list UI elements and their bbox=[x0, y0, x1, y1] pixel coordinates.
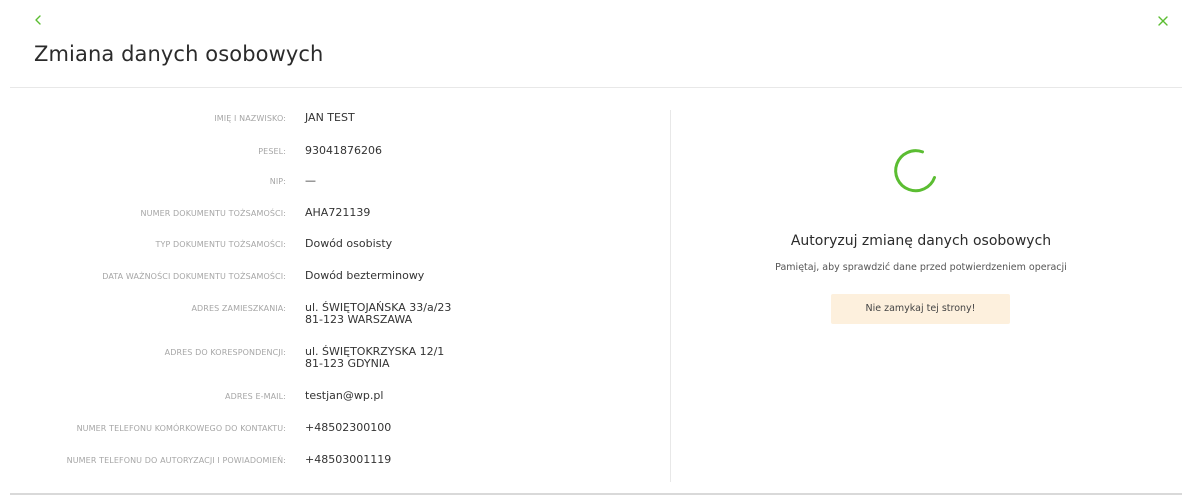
authorization-subtitle: Pamiętaj, aby sprawdzić dane przed potwi… bbox=[775, 262, 1067, 273]
chevron-left-icon bbox=[35, 15, 41, 25]
address-line-2: 81-123 WARSZAWA bbox=[305, 313, 413, 326]
detail-label: PESEL: bbox=[258, 147, 286, 156]
column-divider bbox=[670, 110, 671, 482]
detail-label: TYP DOKUMENTU TOŻSAMOŚCI: bbox=[155, 240, 286, 249]
detail-value: +48502300100 bbox=[305, 421, 392, 434]
do-not-close-warning: Nie zamykaj tej strony! bbox=[831, 294, 1010, 324]
detail-value: Dowód bezterminowy bbox=[305, 269, 425, 282]
detail-label: DATA WAŻNOŚCI DOKUMENTU TOŻSAMOŚCI: bbox=[102, 272, 286, 281]
detail-value: ul. ŚWIĘTOJAŃSKA 33/a/23 81-123 WARSZAWA bbox=[305, 302, 451, 326]
authorization-title: Autoryzuj zmianę danych osobowych bbox=[790, 233, 1052, 249]
detail-value: — bbox=[305, 174, 316, 187]
detail-label: ADRES E-MAIL: bbox=[225, 392, 286, 401]
close-icon bbox=[1158, 16, 1168, 26]
page: Zmiana danych osobowych IMIĘ I NAZWISKO:… bbox=[0, 0, 1192, 495]
address-line-2: 81-123 GDYNIA bbox=[305, 357, 390, 370]
detail-value: JAN TEST bbox=[305, 111, 355, 124]
page-title: Zmiana danych osobowych bbox=[34, 42, 324, 66]
header-divider bbox=[10, 87, 1182, 88]
detail-value: 93041876206 bbox=[305, 144, 382, 157]
detail-value: ul. ŚWIĘTOKRZYSKA 12/1 81-123 GDYNIA bbox=[305, 346, 444, 370]
detail-label: IMIĘ I NAZWISKO: bbox=[214, 114, 286, 123]
close-button[interactable] bbox=[1156, 13, 1170, 27]
detail-value: +48503001119 bbox=[305, 453, 392, 466]
detail-label: NIP: bbox=[269, 177, 286, 186]
detail-label: NUMER TELEFONU DO AUTORYZACJI I POWIADOM… bbox=[66, 456, 286, 465]
detail-label: ADRES DO KORESPONDENCJI: bbox=[164, 348, 286, 357]
detail-label: ADRES ZAMIESZKANIA: bbox=[191, 304, 286, 313]
back-button[interactable] bbox=[30, 12, 46, 28]
detail-label: NUMER DOKUMENTU TOŻSAMOŚCI: bbox=[140, 209, 286, 218]
loading-spinner-icon bbox=[894, 149, 936, 193]
detail-value: Dowód osobisty bbox=[305, 237, 393, 250]
detail-label: NUMER TELEFONU KOMÓRKOWEGO DO KONTAKTU: bbox=[76, 424, 286, 433]
detail-value: AHA721139 bbox=[305, 206, 371, 219]
detail-value: testjan@wp.pl bbox=[305, 389, 384, 402]
